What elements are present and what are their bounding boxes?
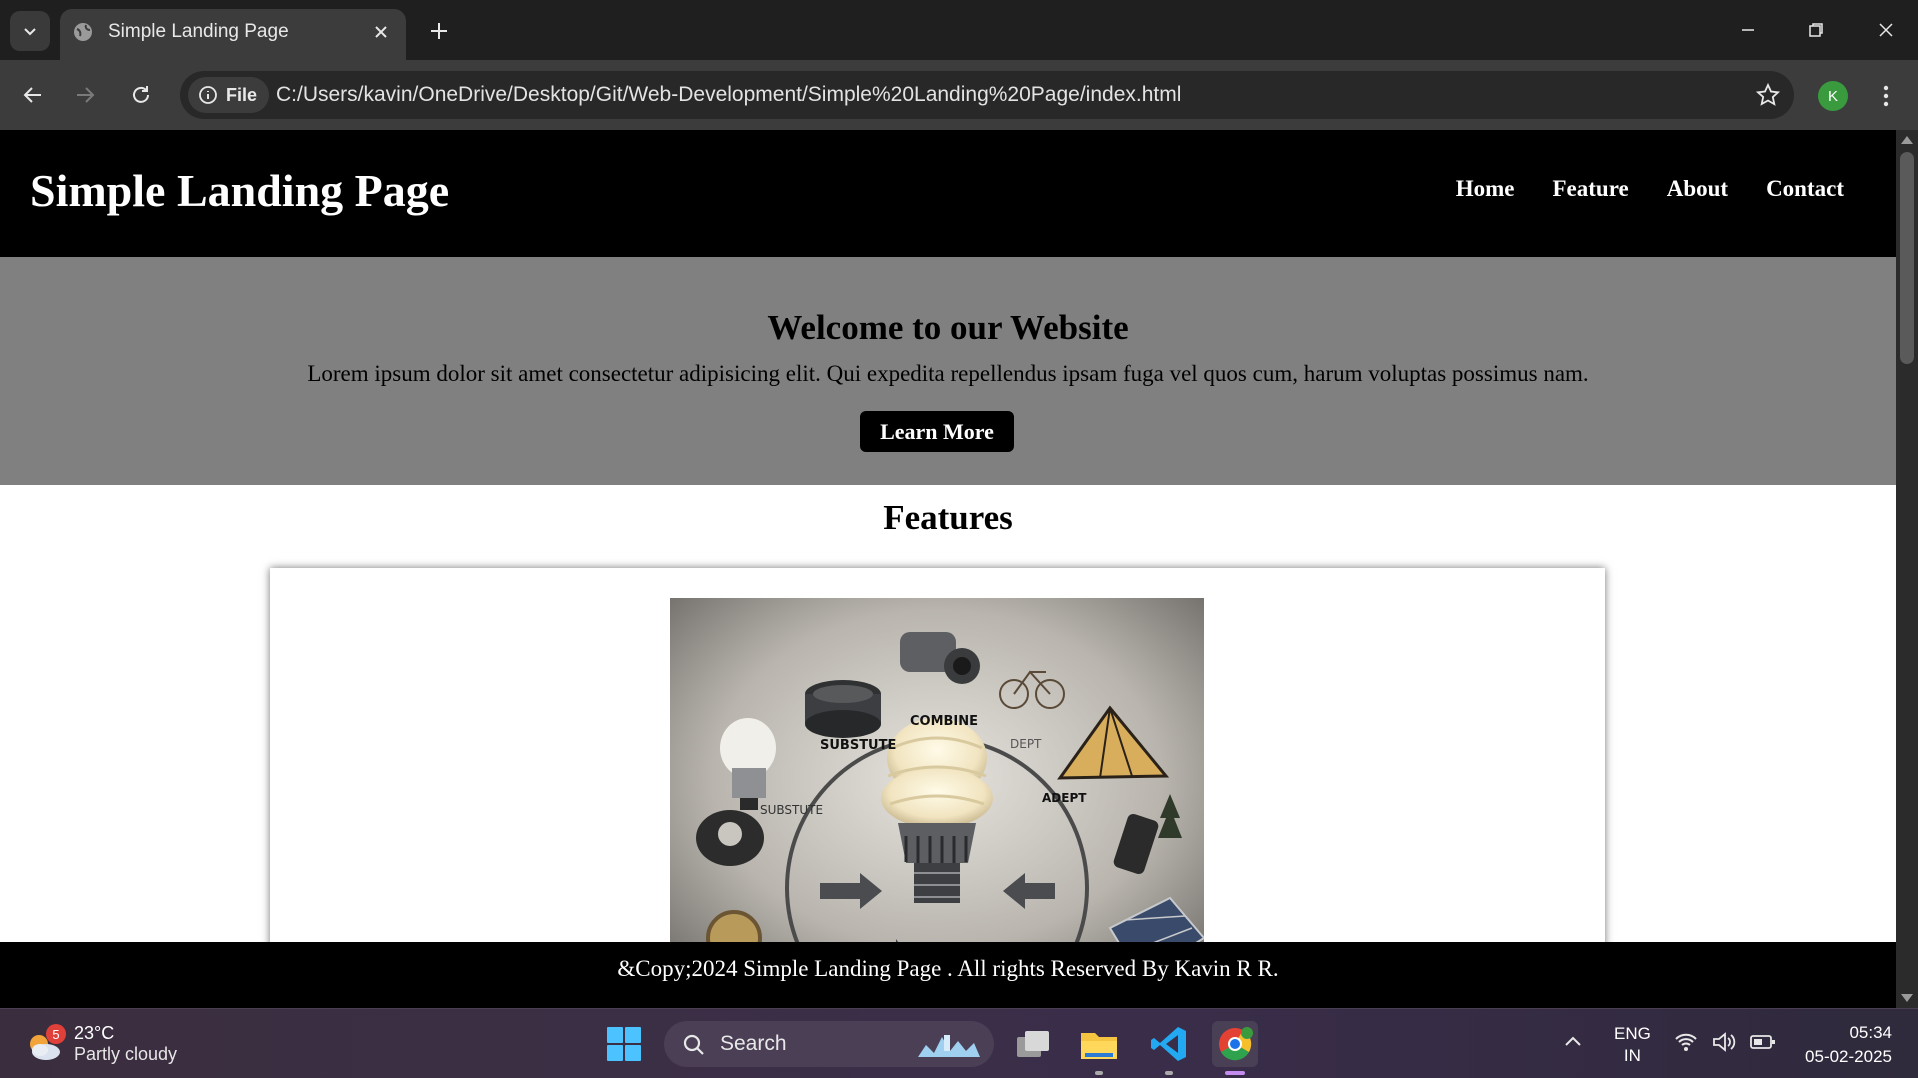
running-indicator [1095, 1071, 1103, 1075]
info-icon [199, 86, 217, 104]
site-nav: Home Feature About Contact [1456, 176, 1844, 202]
feature-image: COMBINE SUBSTUTE DEPT ADEPT SUBSTUTE [670, 598, 1204, 998]
clock-time: 05:34 [1849, 1023, 1892, 1042]
close-window-button[interactable] [1866, 14, 1906, 46]
profile-avatar[interactable]: K [1818, 81, 1848, 111]
taskbar: 5 23°C Partly cloudy Search ENG IN 05:34… [0, 1008, 1918, 1078]
vscode-button[interactable] [1146, 1021, 1192, 1075]
browser-toolbar: File C:/Users/kavin/OneDrive/Desktop/Git… [0, 60, 1918, 130]
site-header: Simple Landing Page Home Feature About C… [0, 130, 1896, 257]
feature-illustration: COMBINE SUBSTUTE DEPT ADEPT SUBSTUTE [670, 598, 1204, 998]
close-tab-button[interactable] [370, 21, 392, 43]
active-tab[interactable]: Simple Landing Page [60, 9, 406, 60]
nav-link-feature[interactable]: Feature [1552, 176, 1628, 202]
url-text[interactable]: C:/Users/kavin/OneDrive/Desktop/Git/Web-… [276, 83, 1181, 107]
vscode-icon [1151, 1027, 1186, 1061]
hero-text: Lorem ipsum dolor sit amet consectetur a… [307, 361, 1589, 386]
arrow-right-icon [77, 87, 95, 103]
taskbar-search-label: Search [720, 1032, 787, 1055]
language-code: ENG [1614, 1024, 1651, 1043]
feature-image-label: SUBSTUTE [820, 738, 896, 753]
wifi-icon[interactable] [1674, 1031, 1698, 1053]
learn-more-button[interactable]: Learn More [860, 411, 1014, 452]
forward-button[interactable] [66, 76, 104, 114]
hero-title: Welcome to our Website [767, 308, 1129, 347]
chrome-icon [1219, 1027, 1253, 1061]
volume-icon[interactable] [1712, 1031, 1736, 1053]
site-chip-label: File [226, 84, 258, 105]
more-vertical-icon [1883, 85, 1889, 107]
task-view-icon [1017, 1031, 1049, 1057]
site-footer: &Copy;2024 Simple Landing Page . All rig… [0, 942, 1896, 1008]
folder-icon [1081, 1033, 1117, 1059]
nav-link-about[interactable]: About [1667, 176, 1728, 202]
system-tray[interactable] [1674, 1031, 1776, 1053]
site-logo[interactable]: Simple Landing Page [30, 164, 449, 217]
page-scrollbar[interactable] [1896, 130, 1918, 1008]
clock-date: 05-02-2025 [1805, 1047, 1892, 1066]
search-highlight-icon [918, 1035, 980, 1057]
feature-image-label: DEPT [1010, 737, 1042, 751]
close-icon [375, 26, 387, 38]
plus-icon [431, 23, 447, 39]
features-title: Features [883, 498, 1013, 537]
tab-search-button[interactable] [10, 11, 50, 51]
minimize-button[interactable] [1728, 14, 1768, 46]
close-icon [1879, 23, 1893, 37]
minimize-icon [1742, 29, 1754, 31]
windows-start-icon[interactable] [606, 1026, 642, 1062]
feature-image-label: SUBSTUTE [760, 803, 823, 817]
tab-strip: Simple Landing Page [0, 0, 1918, 60]
scroll-up-arrow-icon[interactable] [1901, 136, 1913, 144]
back-button[interactable] [14, 76, 52, 114]
address-bar[interactable]: File C:/Users/kavin/OneDrive/Desktop/Git… [180, 71, 1794, 119]
tab-title: Simple Landing Page [108, 21, 289, 42]
file-explorer-button[interactable] [1076, 1021, 1122, 1075]
scroll-down-arrow-icon[interactable] [1901, 994, 1913, 1002]
running-indicator [1165, 1071, 1173, 1075]
language-indicator[interactable]: ENG IN [1614, 1023, 1651, 1067]
browser-menu-button[interactable] [1874, 80, 1898, 112]
weather-desc: Partly cloudy [74, 1044, 178, 1064]
restore-icon [1809, 23, 1823, 37]
chrome-button[interactable] [1212, 1021, 1258, 1075]
tape-measure-object [696, 810, 764, 866]
nav-link-contact[interactable]: Contact [1766, 176, 1844, 202]
reload-icon [133, 86, 149, 103]
scroll-thumb[interactable] [1900, 152, 1914, 364]
reload-button[interactable] [122, 76, 160, 114]
chevron-down-icon [24, 28, 36, 36]
task-view-button[interactable] [1010, 1021, 1056, 1067]
site-info-chip[interactable]: File [188, 77, 270, 113]
restore-button[interactable] [1796, 14, 1836, 46]
active-indicator [1225, 1071, 1245, 1075]
footer-text: &Copy;2024 Simple Landing Page . All rig… [617, 956, 1279, 981]
feature-image-label: COMBINE [910, 714, 978, 729]
arrow-left-icon [23, 87, 41, 103]
weather-alert-badge: 5 [46, 1024, 66, 1044]
nav-link-home[interactable]: Home [1456, 176, 1515, 202]
new-tab-button[interactable] [424, 16, 454, 46]
speaker-object [805, 680, 881, 738]
taskbar-search[interactable]: Search [664, 1021, 994, 1067]
chevron-up-icon[interactable] [1564, 1035, 1582, 1047]
battery-icon[interactable] [1750, 1031, 1776, 1053]
hero-section: Welcome to our Website Lorem ipsum dolor… [0, 257, 1896, 485]
weather-icon: 5 [24, 1024, 66, 1064]
globe-icon [74, 23, 92, 41]
bookmark-star-icon[interactable] [1756, 83, 1780, 107]
feature-image-label: ADEPT [1042, 791, 1087, 805]
weather-widget[interactable]: 5 23°C Partly cloudy [24, 1019, 177, 1069]
clock[interactable]: 05:34 05-02-2025 [1796, 1021, 1892, 1069]
page-viewport: Simple Landing Page Home Feature About C… [0, 130, 1896, 1008]
region-code: IN [1623, 1046, 1641, 1065]
search-icon [683, 1034, 704, 1055]
weather-temp: 23°C [74, 1023, 115, 1043]
